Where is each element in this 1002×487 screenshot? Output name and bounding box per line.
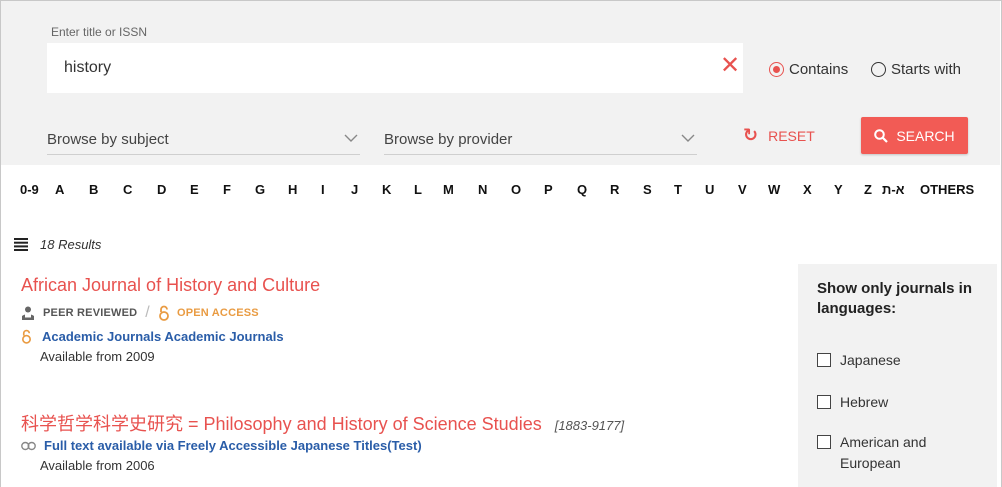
provider-select-label: Browse by provider [384,131,513,148]
letter-i[interactable]: I [321,182,351,197]
peer-reviewed-icon [22,306,34,320]
result-badges: PEER REVIEWED / OPEN ACCESS [21,304,259,322]
open-lock-icon [22,329,31,344]
letter-h[interactable]: H [288,182,321,197]
reset-button[interactable]: ↻ RESET [743,125,815,146]
language-option-japanese[interactable]: Japanese [817,350,901,371]
language-option-american-european[interactable]: American and European [817,432,977,474]
radio-contains-label: Contains [789,61,849,78]
subject-select-label: Browse by subject [47,131,169,148]
radio-starts-with-icon[interactable] [871,62,886,77]
search-button[interactable]: SEARCH [861,117,968,154]
letter-f[interactable]: F [223,182,255,197]
badge-separator: / [145,304,150,321]
language-filter-panel: Show only journals in languages: Japanes… [798,264,997,487]
letter-0-9[interactable]: 0-9 [20,182,55,197]
letter-d[interactable]: D [157,182,190,197]
letter-x[interactable]: X [803,182,834,197]
language-option-label: Japanese [840,352,901,368]
language-filter-title: Show only journals in languages: [817,280,973,317]
language-option-label: American and European [840,434,927,471]
letter-b[interactable]: B [89,182,123,197]
result-title[interactable]: African Journal of History and Culture [21,275,320,296]
radio-contains[interactable]: Contains [769,61,848,78]
result-title-row: 科学哲学科学史研究 = Philosophy and History of Sc… [21,410,624,436]
letter-y[interactable]: Y [834,182,864,197]
search-icon [874,128,889,143]
radio-starts-with[interactable]: Starts with [871,61,961,78]
letter-n[interactable]: N [478,182,511,197]
letter-m[interactable]: M [443,182,478,197]
provider-select[interactable]: Browse by provider [384,125,697,155]
result-availability: Available from 2009 [40,349,155,364]
clear-icon[interactable]: ✕ [720,53,740,79]
letter-a[interactable]: A [55,182,89,197]
letter-z[interactable]: Z [864,182,882,197]
letter-others[interactable]: OTHERS [920,182,974,197]
radio-starts-with-label: Starts with [891,61,962,78]
search-button-label: SEARCH [896,127,955,144]
result-provider[interactable]: Academic Journals Academic Journals [21,329,284,344]
result-availability: Available from 2006 [40,458,155,473]
list-view-icon[interactable] [14,238,28,251]
letter-g[interactable]: G [255,182,288,197]
letter-s[interactable]: S [643,182,674,197]
reset-label: RESET [768,127,815,144]
chevron-down-icon [344,134,358,142]
letter-r[interactable]: R [610,182,643,197]
results-count: 18 Results [40,237,102,252]
open-access-label: OPEN ACCESS [176,307,259,319]
letter-k[interactable]: K [382,182,414,197]
search-box[interactable]: ✕ [47,43,743,93]
result-title[interactable]: 科学哲学科学史研究 = Philosophy and History of Sc… [21,414,542,434]
checkbox[interactable] [817,353,831,367]
letter-u[interactable]: U [705,182,738,197]
letter-q[interactable]: Q [577,182,610,197]
letter-w[interactable]: W [768,182,803,197]
letter-p[interactable]: P [544,182,577,197]
link-icon [21,441,36,450]
checkbox[interactable] [817,435,831,449]
letter-v[interactable]: V [738,182,768,197]
search-label: Enter title or ISSN [51,25,148,39]
language-option-label: Hebrew [840,394,889,410]
letter-hebrew[interactable]: א-ת [882,182,920,197]
results-header: 18 Results [14,237,101,252]
chevron-down-icon [681,134,695,142]
letter-j[interactable]: J [351,182,382,197]
letter-e[interactable]: E [190,182,223,197]
result-issn: [1883-9177] [554,418,625,433]
provider-link[interactable]: Academic Journals Academic Journals [42,329,284,344]
result-provider[interactable]: Full text available via Freely Accessibl… [21,438,422,453]
letter-l[interactable]: L [414,182,443,197]
letter-bar: 0-9 A B C D E F G H I J K L M N O P Q R … [1,166,1000,213]
radio-contains-icon[interactable] [769,62,784,77]
letter-o[interactable]: O [511,182,544,197]
checkbox[interactable] [817,395,831,409]
letter-t[interactable]: T [674,182,705,197]
subject-select[interactable]: Browse by subject [47,125,360,155]
peer-reviewed-label: PEER REVIEWED [43,307,138,319]
letter-c[interactable]: C [123,182,157,197]
open-lock-icon [159,305,169,321]
provider-link[interactable]: Full text available via Freely Accessibl… [44,438,422,453]
refresh-icon: ↻ [743,125,759,145]
search-input[interactable] [64,53,704,83]
language-option-hebrew[interactable]: Hebrew [817,392,888,413]
search-panel: Enter title or ISSN ✕ Contains Starts wi… [1,1,1000,165]
